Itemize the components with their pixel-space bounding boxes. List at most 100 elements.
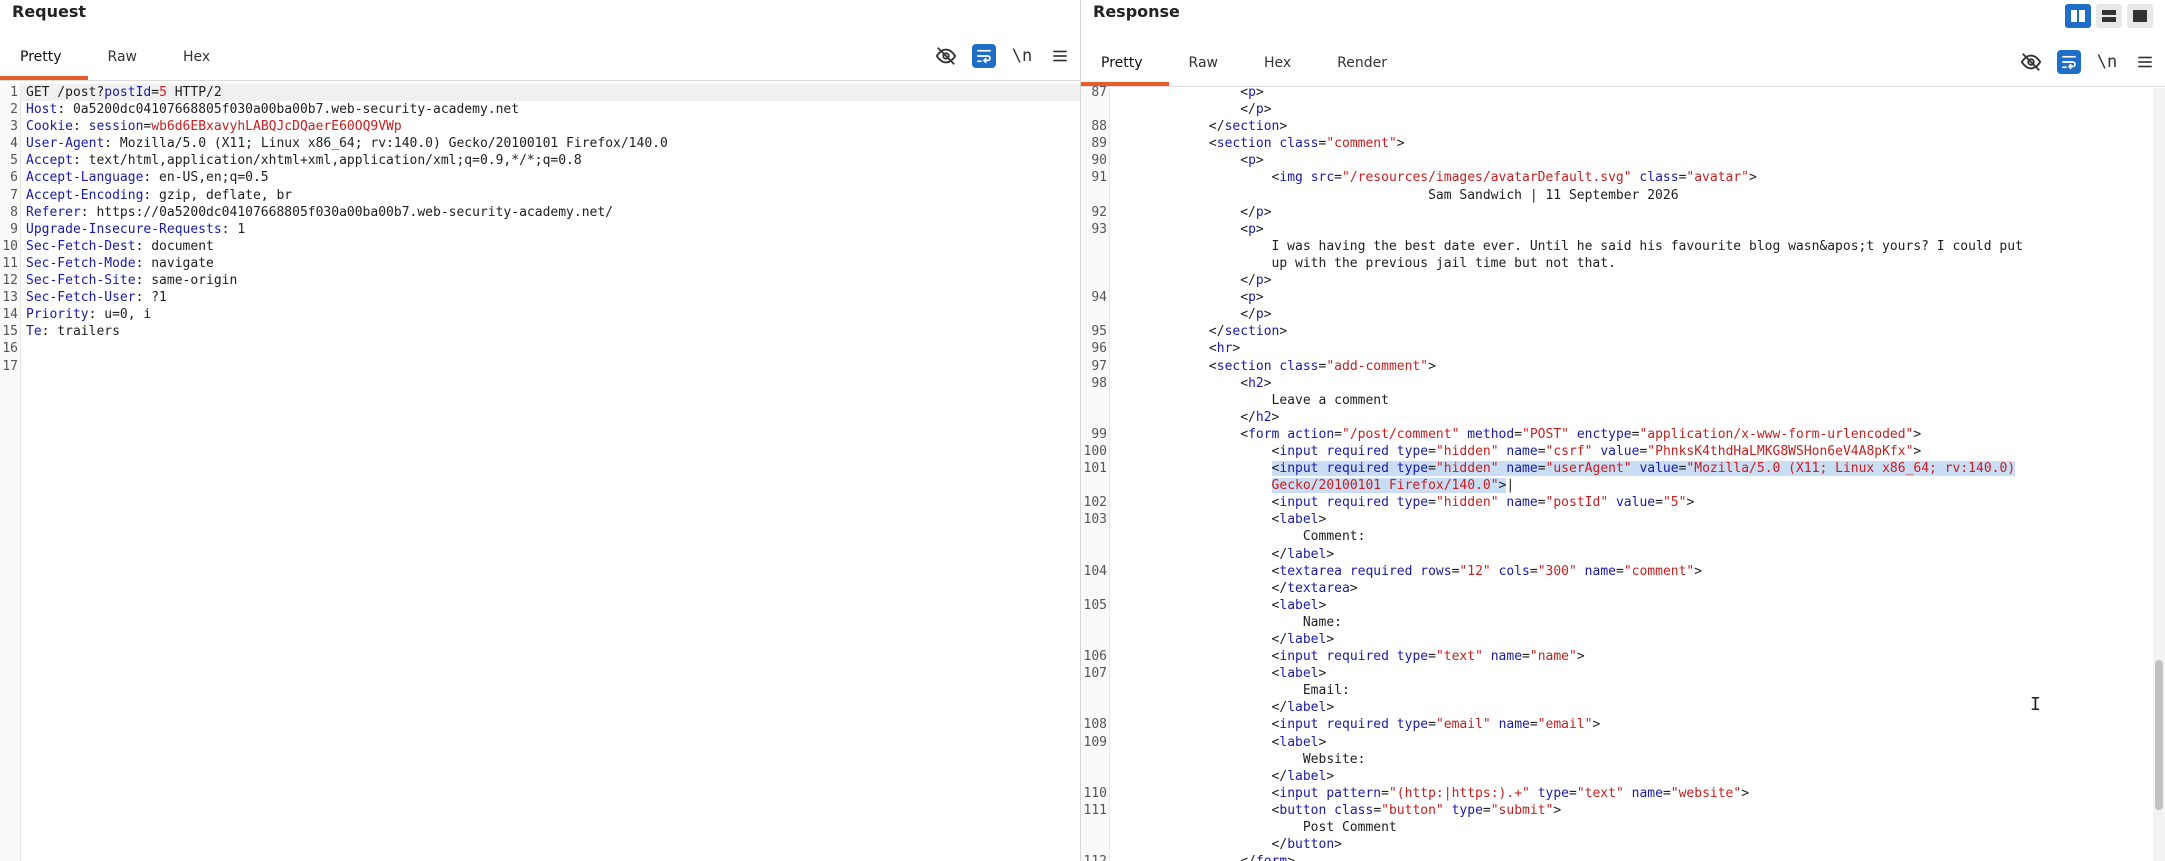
response-code-line[interactable]: Name:	[1112, 614, 2151, 631]
request-code-line[interactable]: 1 GET /post?postId=5 HTTP/2	[10, 84, 1080, 102]
hide-nonprinting-eye-off-icon[interactable]	[934, 44, 958, 68]
request-line-number: 14	[2, 307, 18, 323]
layout-side-by-side-icon[interactable]	[2065, 4, 2091, 28]
response-code-line[interactable]: 108 <input required type="email" name="e…	[1084, 716, 2151, 733]
request-code-line[interactable]: 15 Te: trailers	[2, 323, 1080, 340]
response-code-line[interactable]: </p>	[1112, 306, 2151, 323]
response-code-line[interactable]: 109 <label>	[1084, 734, 2151, 751]
request-code-line[interactable]: 7 Accept-Encoding: gzip, deflate, br	[10, 187, 1080, 204]
request-tab-pretty[interactable]: Pretty	[0, 38, 88, 80]
hide-nonprinting-eye-off-icon[interactable]	[2019, 50, 2043, 74]
response-code[interactable]: 87 <p> </p> 88 </section> 89 <section clas…	[1084, 84, 2151, 861]
response-code-line[interactable]: 88 </section>	[1091, 118, 2151, 135]
response-code-line[interactable]: 103 <label>	[1084, 511, 2151, 528]
response-code-line[interactable]: 95 </section>	[1091, 323, 2151, 340]
request-code-line[interactable]: 12 Sec-Fetch-Site: same-origin	[2, 272, 1080, 289]
response-code-line[interactable]: Gecko/20100101 Firefox/140.0">|	[1112, 477, 2151, 494]
request-code-line[interactable]: 9 Upgrade-Insecure-Requests: 1	[10, 221, 1080, 238]
word-wrap-icon[interactable]	[2057, 50, 2081, 74]
response-code-line[interactable]: 107 <label>	[1084, 665, 2151, 682]
request-code-line[interactable]: 13 Sec-Fetch-User: ?1	[2, 289, 1080, 306]
request-editor[interactable]: 1 GET /post?postId=5 HTTP/2 2 Host: 0a5200d…	[0, 84, 1080, 861]
response-code-line[interactable]: 94 <p>	[1091, 289, 2151, 306]
response-code-line[interactable]: 97 <section class="add-comment">	[1091, 358, 2151, 375]
response-code-line[interactable]: 100 <input required type="hidden" name="…	[1084, 443, 2151, 460]
response-code-line[interactable]: Leave a comment	[1112, 392, 2151, 409]
layout-single-icon[interactable]	[2127, 4, 2153, 28]
response-token: =	[1529, 717, 1538, 733]
response-code-line[interactable]: Website:	[1112, 751, 2151, 768]
response-code-line[interactable]: Email:	[1112, 682, 2151, 699]
request-token: Referer	[26, 204, 81, 220]
show-newlines-icon[interactable]: \n	[2095, 50, 2119, 74]
response-tab-render[interactable]: Render	[1317, 44, 1413, 82]
response-code-line[interactable]: I was having the best date ever. Until h…	[1112, 238, 2151, 255]
response-code-line[interactable]: </textarea>	[1112, 580, 2151, 597]
response-code-line[interactable]: 112 </form>	[1084, 853, 2151, 861]
response-token: input	[1279, 495, 1319, 511]
response-editor[interactable]: 87 <p> </p> 88 </section> 89 <section clas…	[1081, 85, 2165, 861]
response-code-line[interactable]: </label>	[1112, 631, 2151, 648]
response-tab-pretty[interactable]: Pretty	[1081, 44, 1169, 86]
request-code-line[interactable]: 3 Cookie: session=wb6d6EBxavyhLABQJcDQaer…	[10, 118, 1080, 135]
response-token: >	[1396, 136, 1405, 152]
response-line-text: </form>	[1107, 853, 2151, 861]
response-code-line[interactable]: 90 <p>	[1091, 152, 2151, 169]
menu-hamburger-icon[interactable]	[1048, 44, 1072, 68]
request-code-line[interactable]: 11 Sec-Fetch-Mode: navigate	[2, 255, 1080, 272]
response-code-line[interactable]: 89 <section class="comment">	[1091, 135, 2151, 152]
response-scrollbar-thumb[interactable]	[2155, 660, 2163, 810]
response-code-line[interactable]: 110 <input pattern="(http:|https:).+" ty…	[1084, 785, 2151, 802]
response-code-line[interactable]: Comment:	[1112, 528, 2151, 545]
response-code-line[interactable]: Post Comment	[1112, 819, 2151, 836]
request-code-line[interactable]: 10 Sec-Fetch-Dest: document	[2, 238, 1080, 255]
request-code-line[interactable]: 6 Accept-Language: en-US,en;q=0.5	[10, 169, 1080, 186]
request-code-line[interactable]: 5 Accept: text/html,application/xhtml+xml…	[10, 152, 1080, 169]
word-wrap-icon[interactable]	[972, 44, 996, 68]
response-code-line[interactable]: 106 <input required type="text" name="na…	[1084, 648, 2151, 665]
response-token: label	[1287, 632, 1327, 647]
request-code-line[interactable]: 17	[2, 358, 1080, 375]
response-code-line[interactable]: 91 <img src="/resources/images/avatarDef…	[1091, 169, 2151, 186]
request-code[interactable]: 1 GET /post?postId=5 HTTP/2 2 Host: 0a5200d…	[2, 84, 1080, 861]
request-code-line[interactable]: 2 Host: 0a5200dc04107668805f030a00ba00b7.…	[10, 101, 1080, 118]
menu-hamburger-icon[interactable]	[2133, 50, 2157, 74]
request-token: Accept-Language	[26, 170, 144, 186]
response-code-line[interactable]: </button>	[1112, 836, 2151, 853]
request-code-line[interactable]: 4 User-Agent: Mozilla/5.0 (X11; Linux x86…	[10, 135, 1080, 152]
request-tab-raw[interactable]: Raw	[88, 38, 163, 76]
response-code-line[interactable]: </label>	[1112, 768, 2151, 785]
response-code-line[interactable]: 111 <button class="button" type="submit"…	[1084, 802, 2151, 819]
response-code-line[interactable]: 92 </p>	[1091, 204, 2151, 221]
response-token: <	[1115, 802, 1280, 818]
response-code-line[interactable]: 104 <textarea required rows="12" cols="3…	[1084, 563, 2151, 580]
response-code-line[interactable]: </p>	[1112, 101, 2151, 118]
response-code-line[interactable]: 93 <p>	[1091, 221, 2151, 238]
layout-stacked-icon[interactable]	[2096, 4, 2122, 28]
response-code-line[interactable]: 98 <h2>	[1091, 375, 2151, 392]
response-code-line[interactable]: </label>	[1112, 699, 2151, 716]
request-tab-hex[interactable]: Hex	[163, 38, 236, 76]
response-code-line[interactable]: 105 <label>	[1084, 597, 2151, 614]
response-code-line[interactable]: </h2>	[1112, 409, 2151, 426]
response-code-line[interactable]: 96 <hr>	[1091, 340, 2151, 357]
response-code-line[interactable]: 102 <input required type="hidden" name="…	[1084, 494, 2151, 511]
request-line-number: 7	[10, 187, 18, 203]
show-newlines-icon[interactable]: \n	[1010, 44, 1034, 68]
response-code-line[interactable]: 101 <input required type="hidden" name="…	[1084, 460, 2151, 477]
response-line-number: 94	[1091, 290, 1107, 306]
request-code-line[interactable]: 14 Priority: u=0, i	[2, 306, 1080, 323]
response-line-number: 106	[1083, 649, 1107, 665]
response-code-line[interactable]: Sam Sandwich | 11 September 2026	[1112, 187, 2151, 204]
response-tab-raw[interactable]: Raw	[1169, 44, 1244, 82]
request-code-line[interactable]: 16	[2, 340, 1080, 357]
response-code-line[interactable]: up with the previous jail time but not t…	[1112, 255, 2151, 272]
response-line-number	[1081, 836, 1107, 853]
request-code-line[interactable]: 8 Referer: https://0a5200dc04107668805f03…	[10, 204, 1080, 221]
response-scrollbar[interactable]	[2153, 88, 2165, 861]
response-code-line[interactable]: </p>	[1112, 272, 2151, 289]
response-code-line[interactable]: 87 <p>	[1091, 84, 2151, 101]
response-tab-hex[interactable]: Hex	[1244, 44, 1317, 82]
response-code-line[interactable]: 99 <form action="/post/comment" method="…	[1091, 426, 2151, 443]
response-code-line[interactable]: </label>	[1112, 546, 2151, 563]
